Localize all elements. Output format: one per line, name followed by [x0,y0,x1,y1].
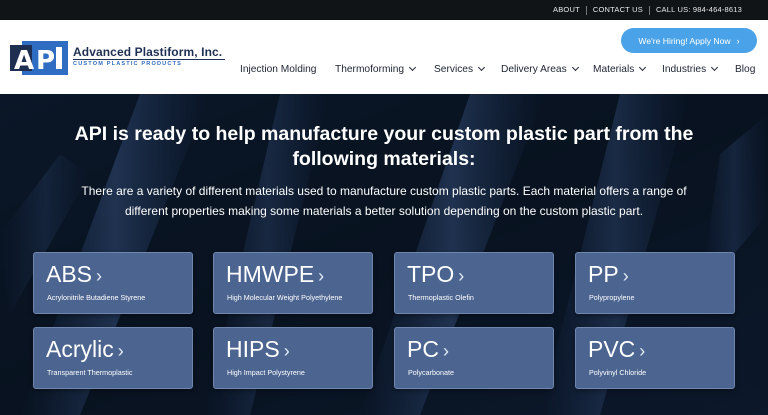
nav-services[interactable]: Services [434,63,486,75]
chevron-right-icon: › [622,266,629,286]
chevron-down-icon [478,63,486,72]
brand-divider [73,59,225,60]
material-abbr: PP [588,261,619,287]
chevron-right-icon: › [639,341,646,361]
nav-label: Delivery Areas [501,64,567,75]
material-card-hips[interactable]: HIPS › High Impact Polystyrene [213,327,373,389]
utility-links: ABOUT CONTACT US CALL US: 984-464-8613 [547,0,748,20]
hero-headline: API is ready to help manufacture your cu… [0,122,768,172]
nav-label: Industries [662,64,707,75]
material-name: Transparent Thermoplastic [47,368,133,377]
chevron-right-icon: › [96,266,103,286]
description-line-1: There are a variety of different materia… [81,184,687,198]
apply-now-button[interactable]: We're Hiring! Apply Now › [621,28,757,53]
material-abbr: TPO [407,261,455,287]
chevron-right-icon: › [442,341,449,361]
material-card-pvc[interactable]: PVC › Polyvinyl Chloride [575,327,735,389]
material-name: High Impact Polystyrene [227,368,305,377]
nav-industries[interactable]: Industries [662,63,719,75]
material-name: High Molecular Weight Polyethylene [227,293,343,302]
brand-name[interactable]: Advanced Plastiform, Inc. [73,45,222,59]
call-link[interactable]: CALL US: 984-464-8613 [650,0,748,20]
material-name: Polypropylene [589,293,635,302]
contact-link[interactable]: CONTACT US [587,0,649,20]
material-card-pp[interactable]: PP › Polypropylene [575,252,735,314]
material-abbr: PVC [588,336,636,362]
material-abbr: HMWPE [226,261,315,287]
material-name: Polycarbonate [408,368,454,377]
nav-label: Injection Molding [240,64,317,75]
material-card-pc[interactable]: PC › Polycarbonate [394,327,554,389]
material-name: Acrylonitrile Butadiene Styrene [47,293,146,302]
chevron-down-icon [711,63,719,72]
chevron-right-icon: › [283,341,290,361]
nav-label: Thermoforming [335,64,405,75]
material-abbr: PC [407,336,439,362]
material-name: Polyvinyl Chloride [589,368,647,377]
chevron-down-icon [571,63,579,72]
material-card-tpo[interactable]: TPO › Thermoplastic Olefin [394,252,554,314]
nav-delivery-areas[interactable]: Delivery Areas [501,63,579,75]
hero-description: There are a variety of different materia… [40,182,728,221]
chevron-right-icon: › [458,266,465,286]
top-utility-bar: ABOUT CONTACT US CALL US: 984-464-8613 [0,0,768,20]
chevron-down-icon [409,63,417,72]
nav-label: Materials [593,64,635,75]
materials-hero: API is ready to help manufacture your cu… [0,94,768,415]
chevron-down-icon [639,63,647,72]
nav-materials[interactable]: Materials [593,63,647,75]
headline-line-1: API is ready to help manufacture your cu… [74,123,694,145]
material-card-hmwpe[interactable]: HMWPE › High Molecular Weight Polyethylen… [213,252,373,314]
nav-label: Services [434,64,474,75]
chevron-right-icon: › [117,341,124,361]
apply-now-label: We're Hiring! Apply Now [638,35,731,46]
about-link[interactable]: ABOUT [547,0,586,20]
description-line-2: different properties making some materia… [124,203,644,218]
material-name: Thermoplastic Olefin [408,293,474,302]
main-nav: Injection Molding Thermoforming Services… [0,63,768,80]
material-abbr: Acrylic [46,336,114,362]
chevron-right-icon: › [318,266,325,286]
chevron-right-icon: › [736,35,740,46]
nav-thermoforming[interactable]: Thermoforming [335,63,417,75]
site-header: A P Advanced Plastiform, Inc. CUSTOM PLA… [0,20,768,94]
material-abbr: HIPS [226,336,280,362]
material-abbr: ABS [46,261,93,287]
material-card-acrylic[interactable]: Acrylic › Transparent Thermoplastic [33,327,193,389]
material-card-abs[interactable]: ABS › Acrylonitrile Butadiene Styrene [33,252,193,314]
nav-blog[interactable]: Blog [735,64,755,75]
nav-label: Blog [735,64,756,75]
headline-line-2: following materials: [292,148,476,170]
nav-injection-molding[interactable]: Injection Molding [240,64,316,75]
